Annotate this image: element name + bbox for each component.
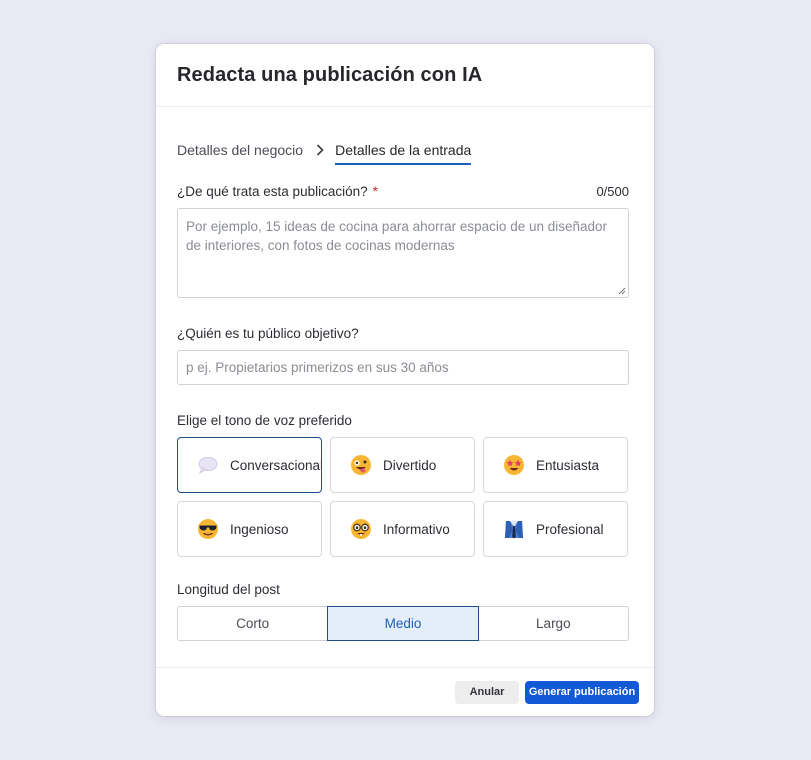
audience-label: ¿Quién es tu público objetivo? bbox=[177, 326, 359, 341]
tone-label-divertido: Divertido bbox=[383, 457, 437, 473]
tone-option-conversacional[interactable]: Conversacional bbox=[177, 437, 322, 493]
suit-icon bbox=[505, 521, 523, 539]
length-segmented-control: Corto Medio Largo bbox=[177, 606, 629, 641]
audience-input[interactable]: p ej. Propietarios primerizos en sus 30 … bbox=[177, 350, 629, 385]
dialog-title: Redacta una publicación con IA bbox=[177, 64, 483, 86]
topic-placeholder: Por ejemplo, 15 ideas de cocina para aho… bbox=[186, 219, 608, 253]
tone-option-profesional[interactable]: Profesional bbox=[483, 501, 628, 557]
resize-handle-icon[interactable] bbox=[618, 287, 626, 295]
topic-textarea[interactable]: Por ejemplo, 15 ideas de cocina para aho… bbox=[177, 208, 629, 298]
required-marker: * bbox=[372, 184, 378, 199]
sunglasses-face-icon bbox=[198, 519, 218, 539]
dialog-body: Detalles del negocio Detalles de la entr… bbox=[156, 139, 654, 641]
cancel-button[interactable]: Anular bbox=[455, 680, 519, 704]
step-business-details[interactable]: Detalles del negocio bbox=[177, 142, 303, 158]
nerd-face-icon bbox=[351, 519, 371, 539]
tone-option-informativo[interactable]: Informativo bbox=[330, 501, 475, 557]
tone-option-divertido[interactable]: Divertido bbox=[330, 437, 475, 493]
zany-face-icon bbox=[351, 455, 371, 475]
tone-label: Elige el tono de voz preferido bbox=[177, 413, 352, 428]
character-counter: 0/500 bbox=[596, 184, 629, 199]
tone-label-profesional: Profesional bbox=[536, 521, 604, 537]
tone-option-entusiasta[interactable]: Entusiasta bbox=[483, 437, 628, 493]
length-option-medio[interactable]: Medio bbox=[327, 606, 479, 641]
length-option-largo[interactable]: Largo bbox=[478, 606, 629, 641]
ai-post-dialog: Redacta una publicación con IA Detalles … bbox=[156, 44, 654, 716]
topic-label-wrap: ¿De qué trata esta publicación? * bbox=[177, 184, 378, 199]
generate-post-button[interactable]: Generar publicación bbox=[525, 680, 639, 704]
step-entry-details[interactable]: Detalles de la entrada bbox=[335, 142, 472, 165]
breadcrumb: Detalles del negocio Detalles de la entr… bbox=[177, 139, 629, 165]
tone-label-entusiasta: Entusiasta bbox=[536, 457, 600, 473]
tone-label-informativo: Informativo bbox=[383, 521, 450, 537]
star-struck-face-icon bbox=[504, 455, 524, 475]
chevron-right-icon bbox=[315, 144, 325, 156]
speech-bubble-icon bbox=[198, 457, 218, 475]
tone-label-ingenioso: Ingenioso bbox=[230, 521, 289, 537]
tone-label-conversacional: Conversacional bbox=[230, 457, 322, 473]
topic-label-row: ¿De qué trata esta publicación? * 0/500 bbox=[177, 184, 629, 199]
length-label: Longitud del post bbox=[177, 582, 280, 597]
audience-placeholder: p ej. Propietarios primerizos en sus 30 … bbox=[186, 360, 449, 375]
tone-option-ingenioso[interactable]: Ingenioso bbox=[177, 501, 322, 557]
topic-label: ¿De qué trata esta publicación? bbox=[177, 184, 368, 199]
length-option-corto[interactable]: Corto bbox=[177, 606, 328, 641]
tone-options: Conversacional Divertido Entusiasta Inge… bbox=[177, 437, 629, 557]
dialog-header: Redacta una publicación con IA bbox=[156, 44, 654, 107]
dialog-footer: Anular Generar publicación bbox=[156, 667, 654, 716]
